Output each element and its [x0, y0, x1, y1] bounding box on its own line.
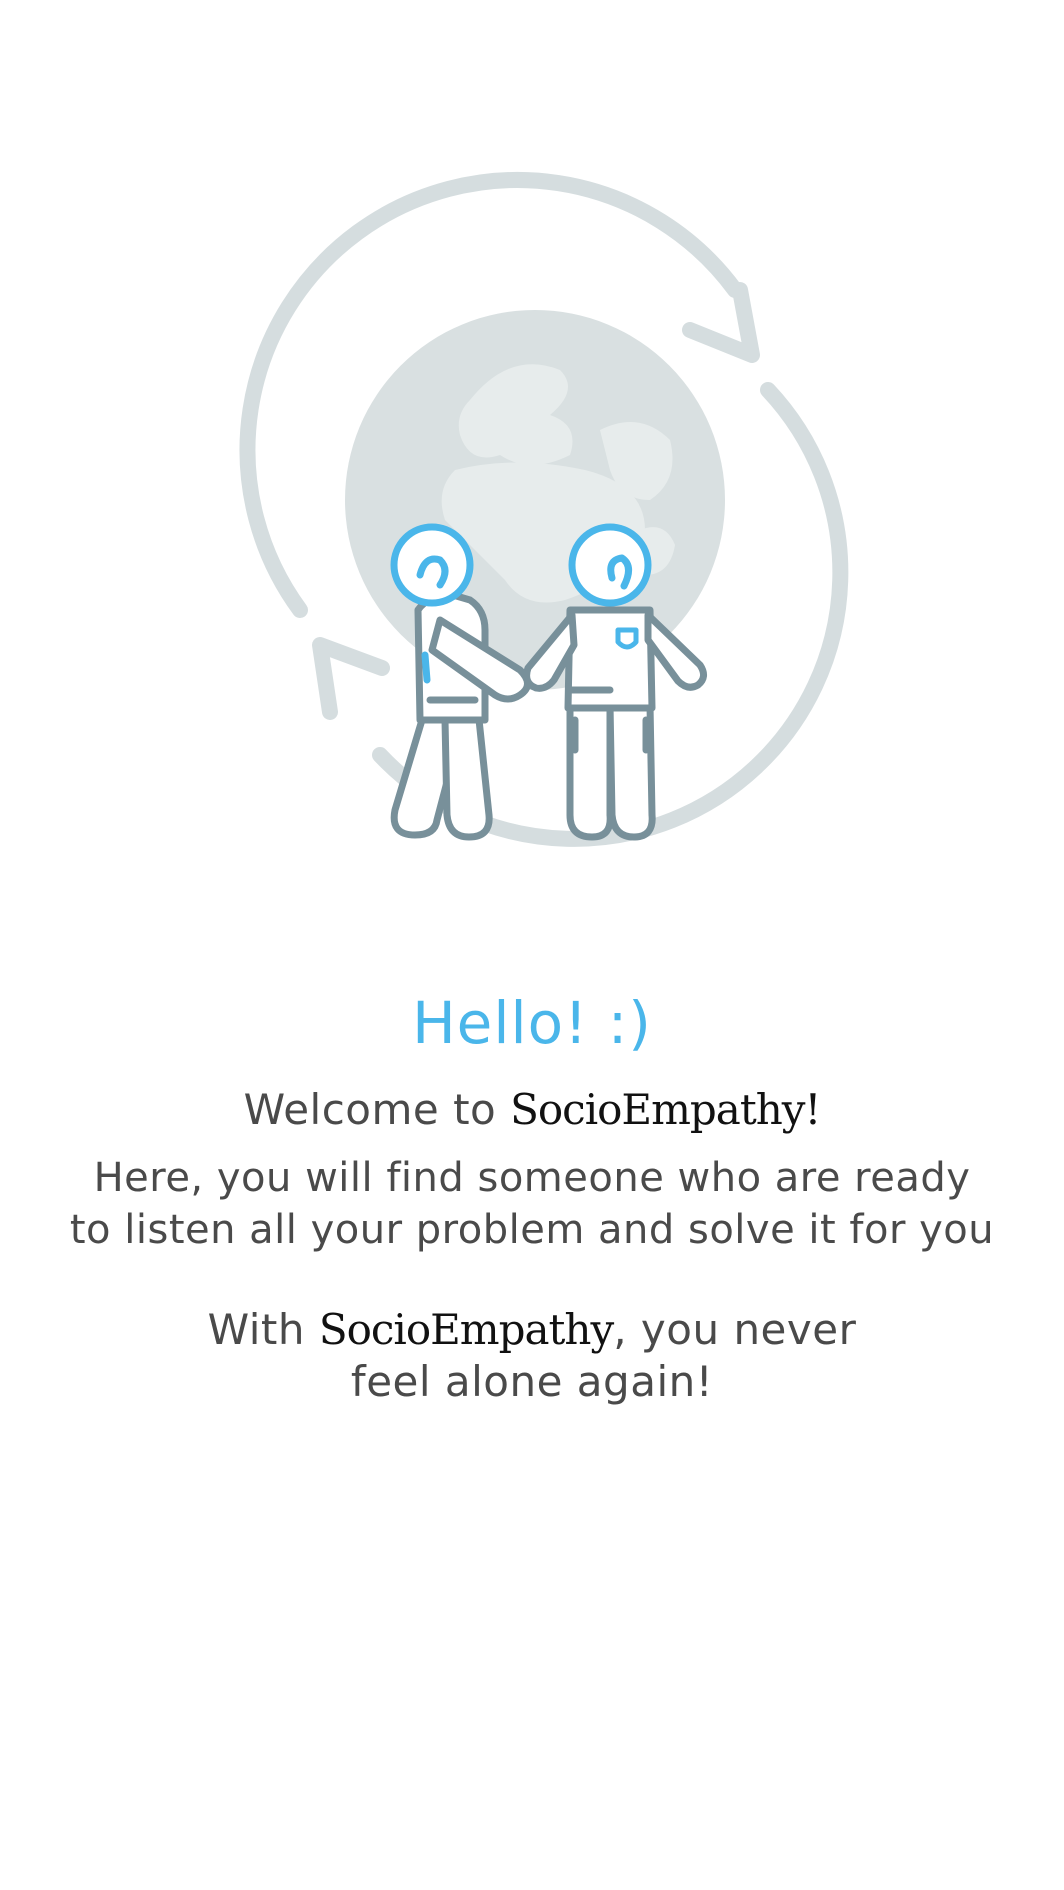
closing-line-2: feel alone again!	[350, 1357, 714, 1406]
handshake-globe-illustration	[239, 172, 849, 847]
intro-paragraph: Here, you will find someone who are read…	[0, 1152, 1064, 1256]
closing-paragraph: With SocioEmpathy, you never feel alone …	[0, 1304, 1064, 1408]
closing-suffix: , you never	[613, 1305, 857, 1354]
closing-line-1: With SocioEmpathy, you never	[0, 1304, 1064, 1356]
closing-prefix: With	[207, 1305, 319, 1354]
brand-name: SocioEmpathy!	[510, 1085, 821, 1134]
greeting-heading: Hello! :)	[412, 989, 652, 1057]
welcome-line: Welcome to SocioEmpathy!	[0, 1082, 1064, 1138]
intro-line-2: to listen all your problem and solve it …	[69, 1207, 995, 1253]
welcome-prefix: Welcome to	[243, 1085, 511, 1134]
intro-line-1: Here, you will find someone who are read…	[93, 1155, 971, 1201]
closing-brand-name: SocioEmpathy	[318, 1305, 614, 1354]
onboarding-screen: Hello! :) Welcome to SocioEmpathy! Here,…	[0, 0, 1064, 1890]
